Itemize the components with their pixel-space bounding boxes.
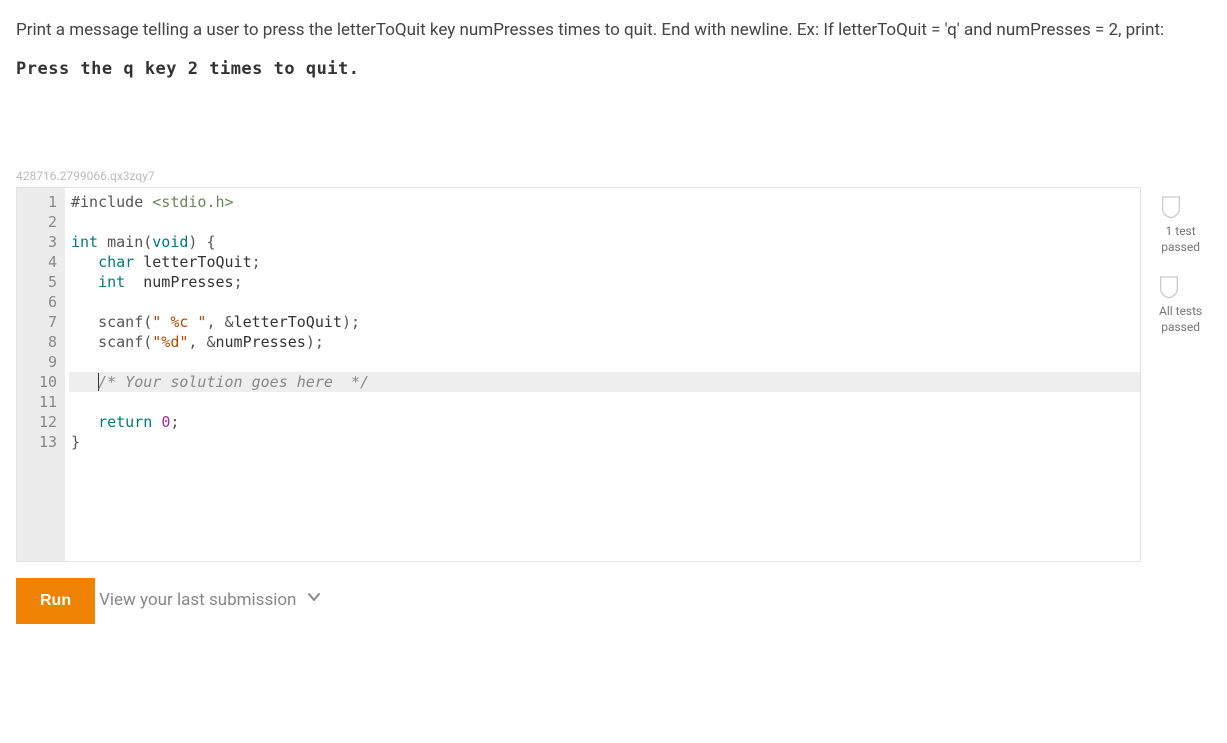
status-label: All tests: [1159, 303, 1202, 319]
status-label: passed: [1159, 319, 1202, 335]
line-number: 5: [21, 272, 57, 292]
line-number: 7: [21, 312, 57, 332]
code-line[interactable]: [69, 212, 1140, 232]
code-line[interactable]: [69, 352, 1140, 372]
chevron-down-icon: [306, 589, 322, 610]
status-label: passed: [1161, 239, 1200, 255]
code-line[interactable]: [69, 292, 1140, 312]
code-line[interactable]: int main(void) {: [69, 232, 1140, 252]
code-line[interactable]: }: [69, 432, 1140, 452]
link-label: View your last submission: [99, 590, 296, 610]
line-number: 11: [21, 392, 57, 412]
code-line[interactable]: /* Your solution goes here */: [69, 372, 1140, 392]
line-number: 4: [21, 252, 57, 272]
code-editor[interactable]: 12345678910111213 #include <stdio.h>int …: [16, 187, 1141, 562]
line-number: 13: [21, 432, 57, 452]
test-status-all: All tests passed: [1159, 275, 1202, 335]
run-button[interactable]: Run: [16, 578, 95, 624]
line-number: 6: [21, 292, 57, 312]
shield-icon: [1159, 275, 1179, 299]
view-last-submission-link[interactable]: View your last submission: [99, 589, 322, 610]
editor-id: 428716.2799066.qx3zqy7: [16, 169, 1211, 183]
status-label: 1 test: [1161, 223, 1200, 239]
line-number: 9: [21, 352, 57, 372]
test-status-one: 1 test passed: [1161, 195, 1200, 255]
line-number-gutter: 12345678910111213: [17, 188, 65, 561]
line-number: 12: [21, 412, 57, 432]
line-number: 10: [21, 372, 57, 392]
line-number: 2: [21, 212, 57, 232]
code-line[interactable]: scanf("%d", &numPresses);: [69, 332, 1140, 352]
code-line[interactable]: char letterToQuit;: [69, 252, 1140, 272]
code-line[interactable]: scanf(" %c ", &letterToQuit);: [69, 312, 1140, 332]
test-status-column: 1 test passed All tests passed: [1159, 187, 1202, 336]
line-number: 8: [21, 332, 57, 352]
code-line[interactable]: [69, 392, 1140, 412]
example-output: Press the q key 2 times to quit.: [16, 59, 1211, 79]
code-line[interactable]: #include <stdio.h>: [69, 192, 1140, 212]
code-line[interactable]: return 0;: [69, 412, 1140, 432]
code-line[interactable]: int numPresses;: [69, 272, 1140, 292]
line-number: 1: [21, 192, 57, 212]
shield-icon: [1161, 195, 1181, 219]
problem-instructions: Print a message telling a user to press …: [16, 16, 1211, 45]
line-number: 3: [21, 232, 57, 252]
code-area[interactable]: #include <stdio.h> int main(void) { char …: [65, 188, 1140, 561]
